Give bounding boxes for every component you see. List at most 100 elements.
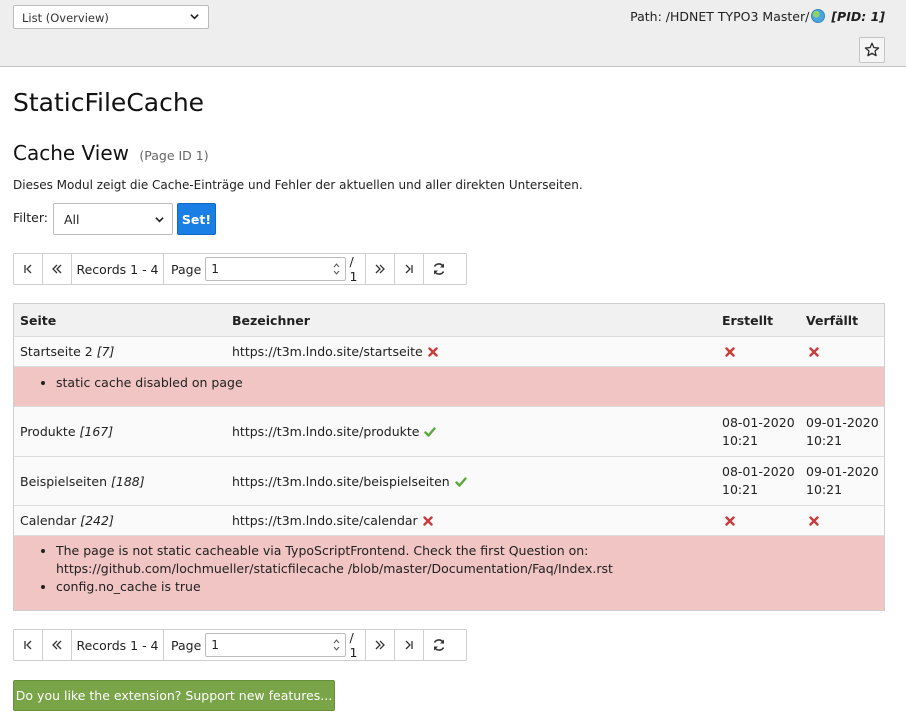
page-total: / 1 (349, 254, 358, 284)
page-name: Calendar [242] (20, 513, 114, 528)
next-page-button[interactable] (366, 254, 395, 284)
cache-url: https://t3m.lndo.site/produkte (232, 424, 420, 439)
error-message: static cache disabled on page (56, 374, 884, 392)
next-page-button[interactable] (366, 630, 395, 660)
table-row: Calendar [242] https://t3m.lndo.site/cal… (14, 505, 884, 535)
cross-icon (428, 347, 438, 357)
column-header-seite: Seite (20, 312, 57, 328)
table-row: Produkte [167] https://t3m.lndo.site/pro… (14, 406, 884, 456)
page-number-value: 1 (211, 262, 219, 276)
page-name: Produkte [167] (20, 424, 113, 439)
last-page-button[interactable] (395, 254, 424, 284)
last-page-icon (405, 640, 413, 650)
page-total: / 1 (349, 630, 358, 660)
error-list: The page is not static cacheable via Typ… (14, 535, 884, 610)
expires-value: 09-01-2020 10:21 (806, 463, 879, 499)
cross-icon (809, 515, 819, 526)
module-description: Dieses Modul zeigt die Cache-Einträge un… (13, 178, 583, 192)
next-page-icon (375, 264, 385, 274)
section-title: Cache View (Page ID 1) (13, 141, 209, 165)
last-page-button[interactable] (395, 630, 424, 660)
created-value: 08-01-2020 10:21 (722, 414, 795, 450)
created-time: 10:21 (722, 482, 759, 497)
cross-icon (725, 515, 735, 526)
created-date: 08-01-2020 (722, 414, 795, 430)
expires-date: 09-01-2020 (806, 414, 879, 430)
page-uid: [242] (80, 513, 114, 528)
column-header-erstellt: Erstellt (722, 312, 774, 328)
column-header-verfaellt: Verfällt (806, 312, 859, 328)
refresh-icon (433, 639, 444, 651)
cache-identifier: https://t3m.lndo.site/calendar (232, 513, 433, 528)
table-row: Startseite 2 [7] https://t3m.lndo.site/s… (14, 336, 884, 366)
previous-page-button[interactable] (43, 630, 72, 660)
check-icon (424, 427, 437, 437)
page-name: Startseite 2 [7] (20, 344, 114, 359)
cross-icon (725, 346, 735, 357)
first-page-button[interactable] (14, 254, 43, 284)
star-icon (864, 42, 880, 57)
expires-date: 09-01-2020 (806, 464, 879, 479)
page-id-label: (Page ID 1) (139, 148, 209, 163)
bookmark-button[interactable] (859, 37, 885, 63)
view-mode-value: List (Overview) (22, 11, 109, 25)
previous-page-icon (52, 640, 62, 650)
page-title-text: Calendar (20, 513, 77, 528)
table-row: Beispielseiten [188] https://t3m.lndo.si… (14, 456, 884, 505)
page-number-input[interactable]: 1 (205, 257, 346, 281)
error-list: static cache disabled on page (14, 366, 884, 406)
page-title: StaticFileCache (13, 88, 205, 117)
page-jump: Page 1 / 1 (164, 254, 366, 284)
check-icon (455, 476, 467, 487)
first-page-button[interactable] (14, 630, 43, 660)
cross-icon (422, 516, 433, 526)
section-title-text: Cache View (13, 141, 130, 165)
chevron-down-icon (190, 14, 199, 20)
column-header-bezeichner: Bezeichner (232, 312, 310, 328)
previous-page-button[interactable] (43, 254, 72, 284)
created-value (722, 343, 735, 361)
cache-url: https://t3m.lndo.site/beispielseiten (232, 473, 450, 489)
page-uid: [167] (79, 424, 114, 439)
page-title-text: Startseite 2 (20, 344, 93, 359)
cache-identifier: https://t3m.lndo.site/beispielseiten (232, 474, 467, 489)
view-mode-select[interactable]: List (Overview) (13, 5, 209, 29)
page-label: Page (171, 637, 202, 653)
page-number-input[interactable]: 1 (205, 633, 346, 657)
error-message: config.no_cache is true (56, 578, 870, 596)
chevron-down-icon (155, 217, 164, 223)
set-filter-button[interactable]: Set! (177, 203, 216, 235)
records-range: Records 1 - 4 (72, 254, 164, 284)
filter-select[interactable]: All (53, 203, 173, 235)
expires-value (806, 512, 819, 530)
globe-icon (811, 9, 826, 23)
error-message: The page is not static cacheable via Typ… (56, 542, 870, 578)
page-jump: Page 1 / 1 (164, 630, 366, 660)
next-page-icon (375, 640, 385, 650)
last-page-icon (405, 264, 413, 274)
created-value (722, 512, 735, 530)
cache-identifier: https://t3m.lndo.site/produkte (232, 424, 437, 439)
table-header-row: Seite Bezeichner Erstellt Verfällt (14, 304, 884, 336)
first-page-icon (24, 640, 32, 650)
pid-label: [PID: 1] (831, 9, 885, 24)
refresh-icon (433, 263, 444, 275)
docheader: List (Overview) Path: /HDNET TYPO3 Maste… (0, 0, 906, 67)
path-text: Path: /HDNET TYPO3 Master/ (630, 9, 810, 24)
cache-table: Seite Bezeichner Erstellt Verfällt Start… (13, 303, 885, 611)
expires-time: 10:21 (806, 432, 843, 448)
refresh-button[interactable] (424, 630, 453, 660)
cache-identifier: https://t3m.lndo.site/startseite (232, 344, 438, 359)
page-number-value: 1 (211, 638, 219, 652)
refresh-button[interactable] (424, 254, 453, 284)
page-uid: [188] (111, 473, 145, 489)
spinner-arrows-icon (333, 639, 339, 651)
page-uid: [7] (96, 344, 115, 359)
page-path: Path: /HDNET TYPO3 Master/ [PID: 1] (630, 9, 885, 24)
filter-value: All (64, 212, 80, 227)
spinner-arrows-icon (333, 263, 339, 275)
records-range: Records 1 - 4 (72, 630, 164, 660)
filter-label: Filter: (13, 210, 48, 225)
support-extension-button[interactable]: Do you like the extension? Support new f… (13, 680, 335, 711)
created-time: 10:21 (722, 432, 759, 448)
